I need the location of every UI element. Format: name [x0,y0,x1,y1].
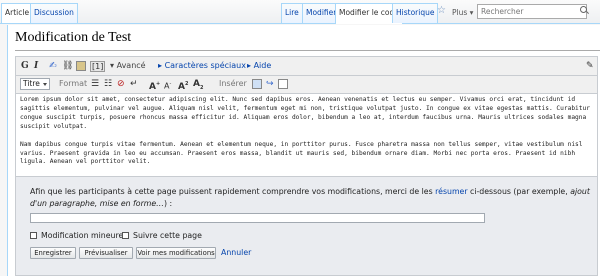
page-title: Modification de Test [15,30,132,45]
summary-input[interactable] [30,213,485,223]
table-icon[interactable] [278,79,288,89]
summary-help-link[interactable]: résumer [435,187,467,196]
search-replace-icon[interactable]: ✎ [586,60,594,72]
watch-option[interactable]: Suivre cette page [122,231,202,241]
minor-edit-option[interactable]: Modification mineure [30,231,123,241]
big-font-button[interactable]: A+ [149,78,160,93]
help-label: Aide [253,61,272,70]
subscript-label: A [193,79,200,89]
editor-paragraph-1: Lorem ipsum dolor sit amet, consectetur … [20,96,590,130]
help-toggle[interactable]: ▸ Aide [247,61,271,70]
minor-edit-label: Modification mineure [41,231,124,240]
superscript-label: A [178,82,185,92]
bold-button[interactable]: G [21,60,29,72]
star-icon[interactable]: ☆ [437,5,446,16]
search-input[interactable]: Rechercher [477,4,587,19]
tab-article[interactable]: Article [1,3,34,23]
numbered-list-icon[interactable]: ☷ [104,78,112,90]
signature-icon[interactable]: ✍ [49,60,57,72]
summary-text-2: ci-dessous (par exemple, [467,187,571,196]
editor-paragraph-2: Nam dapibus congue turpis vitae fermentu… [20,140,583,166]
heading-select[interactable]: Titre [20,78,50,90]
embedded-file-icon[interactable] [76,61,86,71]
superscript-button[interactable]: A2 [178,78,188,93]
special-chars-toggle[interactable]: ▸ Caractères spéciaux [158,61,246,70]
bullet-list-icon[interactable]: ☰ [91,78,99,90]
tab-discussion[interactable]: Discussion [30,3,78,23]
advanced-toggle[interactable]: ▾ Avancé [110,61,146,70]
save-button[interactable]: Enregistrer [30,247,76,259]
redirect-icon[interactable]: ↪ [266,78,274,90]
big-font-label: A [149,82,156,92]
save-panel: Afin que les participants à cette page p… [15,177,598,276]
small-font-button[interactable]: A- [164,78,171,93]
line-break-icon[interactable]: ↵ [130,78,138,90]
editing-toolbar: G I ✍ ⛓ [1] ▾ Avancé ▸ Caractères spécia… [15,56,598,76]
gallery-icon[interactable] [252,79,262,89]
top-navigation-bar: Article Discussion Lire Modifier Modifie… [0,0,600,24]
tab-history[interactable]: Historique [392,3,439,23]
minor-edit-checkbox[interactable] [30,232,37,239]
cancel-link[interactable]: Annuler [221,248,251,257]
more-menu[interactable]: Plus ▾ [452,8,473,17]
tab-read[interactable]: Lire [281,3,303,23]
reference-icon[interactable]: [1] [90,61,106,72]
advanced-label: Avancé [116,61,146,70]
wikitext-editor[interactable]: Lorem ipsum dolor sit amet, consectetur … [15,94,598,177]
no-wiki-icon[interactable]: ⊘ [117,78,125,90]
subscript-button[interactable]: A2 [193,78,203,94]
preview-button[interactable]: Prévisualiser [79,247,133,259]
show-changes-button[interactable]: Voir mes modifications [136,247,216,259]
more-label: Plus [452,8,468,17]
watch-checkbox[interactable] [122,232,129,239]
summary-text-1: Afin que les participants à cette page p… [30,187,436,196]
special-chars-label: Caractères spéciaux [164,61,246,70]
watch-label: Suivre cette page [133,231,202,240]
italic-button[interactable]: I [34,60,38,72]
advanced-toolbar: Titre Format ☰ ☷ ⊘ ↵ A+ A- A2 A2 Insérer… [15,76,598,94]
link-icon[interactable]: ⛓ [62,60,73,72]
format-label: Format [59,79,88,88]
summary-label: Afin que les participants à cette page p… [30,186,590,210]
summary-text-3: ) : [163,199,173,208]
insert-label: Insérer [219,79,247,88]
search-icon[interactable] [580,6,587,13]
title-divider [15,50,600,51]
content-area: Modification de Test G I ✍ ⛓ [1] ▾ Avanc… [7,25,600,276]
